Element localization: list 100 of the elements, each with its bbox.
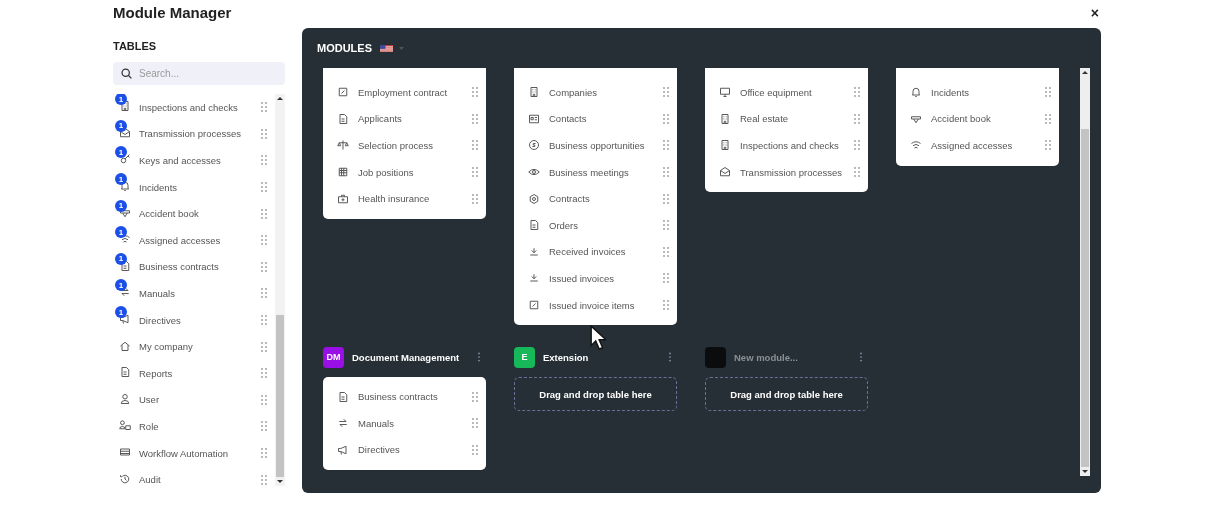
more-options-icon[interactable]	[859, 352, 863, 363]
module-name[interactable]: New module...	[734, 351, 859, 363]
module-table-item[interactable]: Transmission processes	[705, 158, 868, 186]
users-icon	[119, 419, 131, 432]
bell-icon	[119, 180, 131, 193]
drag-handle-icon[interactable]	[261, 421, 267, 432]
module-table-item[interactable]: Selection process	[323, 132, 486, 159]
module-table-item[interactable]: Applicants	[323, 105, 486, 133]
module-table-item[interactable]: Business meetings	[514, 158, 677, 186]
table-list-item[interactable]: 1 Keys and accesses	[113, 147, 275, 174]
drag-handle-icon[interactable]	[261, 208, 267, 219]
module-table-item[interactable]: Issued invoices	[514, 265, 677, 292]
table-list-item[interactable]: 1 Manuals	[113, 280, 275, 307]
table-list-item[interactable]: Audit	[113, 466, 275, 486]
module-table-item[interactable]: Employment contract	[323, 79, 486, 106]
drag-handle-icon[interactable]	[854, 140, 860, 151]
module-table-item[interactable]: Incidents	[896, 79, 1059, 106]
module-name[interactable]: Document Management	[352, 351, 477, 363]
drag-handle-icon[interactable]	[663, 87, 669, 98]
bell-icon	[910, 86, 922, 99]
drop-zone[interactable]: Drag and drop table here	[705, 377, 868, 412]
table-list-item[interactable]: Role	[113, 413, 275, 440]
module-table-item[interactable]: Manuals	[323, 409, 486, 437]
table-list-item[interactable]: My company	[113, 333, 275, 360]
scrollbar[interactable]	[1080, 68, 1090, 476]
module-table-item[interactable]: Contacts	[514, 105, 677, 133]
drag-handle-icon[interactable]	[261, 448, 267, 458]
table-list-item[interactable]: User	[113, 386, 275, 414]
drop-zone[interactable]: Drag and drop table here	[514, 377, 677, 412]
drag-handle-icon[interactable]	[261, 261, 267, 272]
more-options-icon[interactable]	[668, 352, 672, 363]
drag-handle-icon[interactable]	[854, 113, 860, 124]
drag-handle-icon[interactable]	[472, 87, 478, 98]
drag-handle-icon[interactable]	[472, 167, 478, 178]
drag-handle-icon[interactable]	[663, 220, 669, 231]
drag-handle-icon[interactable]	[663, 246, 669, 257]
module-table-item[interactable]: Accident book	[896, 105, 1059, 133]
drag-handle-icon[interactable]	[261, 315, 267, 326]
module-table-item[interactable]: Assigned accesses	[896, 132, 1059, 159]
drag-handle-icon[interactable]	[663, 113, 669, 124]
module-table-item[interactable]: Companies	[514, 79, 677, 106]
drag-handle-icon[interactable]	[472, 391, 478, 402]
drag-handle-icon[interactable]	[472, 193, 478, 204]
table-list-item[interactable]: Workflow Automation	[113, 439, 275, 467]
drag-handle-icon[interactable]	[261, 341, 267, 352]
drag-handle-icon[interactable]	[663, 140, 669, 151]
drag-handle-icon[interactable]	[472, 140, 478, 151]
table-list-item[interactable]: 1 Accident book	[113, 200, 275, 227]
module-table-item[interactable]: Business contracts	[323, 383, 486, 410]
drag-handle-icon[interactable]	[854, 167, 860, 178]
table-list-item[interactable]: 1 Inspections and checks	[113, 94, 275, 121]
scrollbar[interactable]	[275, 94, 285, 486]
module-table-item[interactable]: Job positions	[323, 158, 486, 186]
drag-handle-icon[interactable]	[261, 368, 267, 379]
drag-handle-icon[interactable]	[663, 193, 669, 204]
scale-icon	[337, 139, 349, 152]
drag-handle-icon[interactable]	[1045, 140, 1051, 151]
drag-handle-icon[interactable]	[261, 394, 267, 405]
drag-handle-icon[interactable]	[1045, 113, 1051, 124]
drag-handle-icon[interactable]	[261, 182, 267, 193]
count-badge: 1	[115, 173, 127, 186]
table-list-item[interactable]: 1 Transmission processes	[113, 120, 275, 148]
modules-heading: MODULES	[317, 42, 372, 54]
close-button[interactable]: ×	[1086, 4, 1103, 21]
drag-handle-icon[interactable]	[261, 155, 267, 166]
drag-handle-icon[interactable]	[663, 300, 669, 311]
drag-handle-icon[interactable]	[261, 128, 267, 139]
drag-handle-icon[interactable]	[854, 87, 860, 98]
module-table-item[interactable]: Office equipment	[705, 79, 868, 106]
module-name[interactable]: Extension	[543, 351, 668, 363]
count-badge: 1	[115, 94, 127, 106]
more-options-icon[interactable]	[477, 352, 481, 363]
module-table-item[interactable]: Inspections and checks	[705, 132, 868, 159]
drag-handle-icon[interactable]	[663, 273, 669, 284]
table-list-item[interactable]: Reports	[113, 359, 275, 387]
drag-handle-icon[interactable]	[1045, 87, 1051, 98]
caret-icon[interactable]	[399, 46, 404, 50]
module-table-item[interactable]: Business opportunities	[514, 132, 677, 159]
drag-handle-icon[interactable]	[472, 113, 478, 124]
module-table-item[interactable]: Real estate	[705, 105, 868, 133]
drag-handle-icon[interactable]	[261, 288, 267, 299]
table-list-item[interactable]: 1 Directives	[113, 306, 275, 334]
module-table-item[interactable]: Received invoices	[514, 238, 677, 266]
table-list-item[interactable]: 1 Business contracts	[113, 253, 275, 281]
drag-handle-icon[interactable]	[663, 167, 669, 178]
module-table-item[interactable]: Health insurance	[323, 185, 486, 212]
table-list-item[interactable]: 1 Incidents	[113, 173, 275, 201]
module-table-item[interactable]: Directives	[323, 436, 486, 464]
drag-handle-icon[interactable]	[472, 444, 478, 455]
module-table-item[interactable]: Contracts	[514, 185, 677, 212]
monitor-icon	[719, 86, 731, 99]
drag-handle-icon[interactable]	[472, 418, 478, 429]
flag-icon[interactable]	[380, 44, 393, 52]
drag-handle-icon[interactable]	[261, 235, 267, 246]
module-table-item[interactable]: Orders	[514, 211, 677, 239]
table-list-item[interactable]: 1 Assigned accesses	[113, 226, 275, 254]
search-field[interactable]: Search...	[113, 62, 285, 85]
drag-handle-icon[interactable]	[261, 102, 267, 113]
drag-handle-icon[interactable]	[261, 474, 267, 485]
module-table-item[interactable]: Issued invoice items	[514, 291, 677, 319]
